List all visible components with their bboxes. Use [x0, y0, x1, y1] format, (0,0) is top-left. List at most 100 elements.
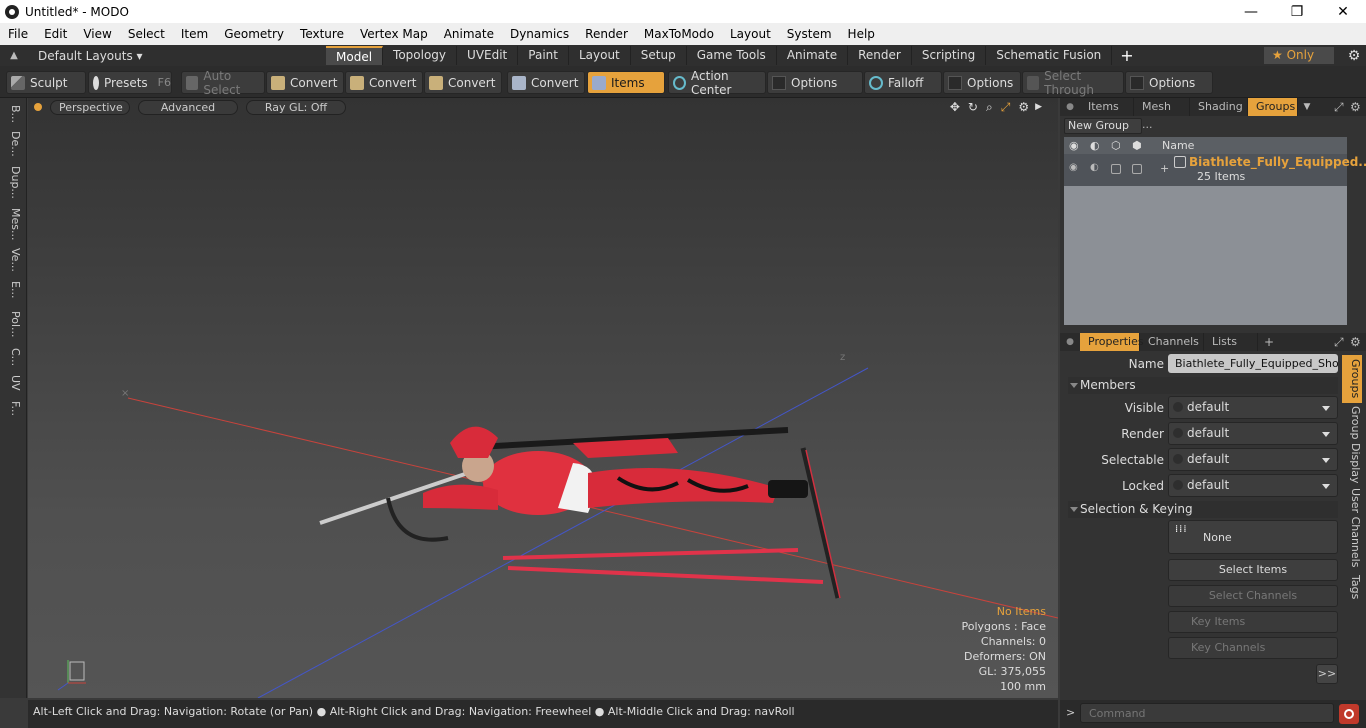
tab-groups[interactable]: Groups [1248, 98, 1298, 116]
menu-view[interactable]: View [75, 23, 119, 45]
advanced-button[interactable]: Advanced [138, 99, 238, 115]
menu-texture[interactable]: Texture [292, 23, 352, 45]
layout-switch-icon[interactable]: ▲ [0, 50, 28, 61]
tab-channels[interactable]: Channels [1140, 333, 1204, 351]
command-input[interactable] [1080, 703, 1334, 723]
menu-system[interactable]: System [779, 23, 840, 45]
side-tab-user-channels[interactable]: User Channels [1342, 488, 1362, 568]
convert-button-1[interactable]: Convert [266, 71, 344, 94]
convert-button-3[interactable]: Convert [424, 71, 502, 94]
menu-dynamics[interactable]: Dynamics [502, 23, 577, 45]
3d-viewport[interactable]: × z Perspective Advanced Ray GL: Off ✥ ↻… [28, 98, 1058, 698]
select-icon[interactable]: ⬢ [1132, 137, 1142, 154]
render-toggle[interactable]: ◐ [1090, 162, 1099, 173]
left-tab-dup[interactable]: Dup... [4, 162, 22, 202]
viewport-gear-icon[interactable]: ⚙ [1018, 100, 1029, 114]
action-center-button[interactable]: Action Center [668, 69, 766, 97]
record-icon[interactable] [1339, 704, 1359, 724]
none-button[interactable]: ⁞⁞⁞ None [1168, 520, 1338, 554]
left-tab-e[interactable]: E... [4, 276, 22, 304]
close-button[interactable]: ✕ [1320, 0, 1366, 23]
menu-geometry[interactable]: Geometry [216, 23, 292, 45]
gear-icon[interactable]: ⚙ [1342, 48, 1366, 64]
move-view-icon[interactable]: ✥ [950, 100, 960, 114]
options-button-2[interactable]: Options [943, 71, 1021, 94]
tab-mesh[interactable]: Mesh ... [1134, 98, 1190, 131]
presets-button[interactable]: Presets F6 [88, 71, 172, 94]
tab-render[interactable]: Render [848, 46, 912, 65]
list-item[interactable]: ◉ ◐ + Biathlete_Fully_Equipped... 25 Ite… [1064, 154, 1366, 186]
menu-render[interactable]: Render [577, 23, 636, 45]
tab-game-tools[interactable]: Game Tools [687, 46, 777, 65]
visibility-toggle[interactable]: ◉ [1069, 162, 1078, 173]
tab-model[interactable]: Model [326, 46, 384, 65]
key-channels-button[interactable]: Key Channels [1168, 637, 1338, 659]
members-section[interactable]: Members [1068, 377, 1338, 394]
sculpt-button[interactable]: Sculpt [6, 71, 86, 94]
left-tab-mes[interactable]: Mes... [4, 204, 22, 244]
tab-topology[interactable]: Topology [383, 46, 458, 65]
panel-dot-icon[interactable]: ● [1060, 102, 1080, 112]
tab-schematic-fusion[interactable]: Schematic Fusion [986, 46, 1113, 65]
only-toggle[interactable]: ★ Only [1264, 47, 1334, 64]
props-gear-icon[interactable]: ⚙ [1350, 335, 1366, 349]
menu-edit[interactable]: Edit [36, 23, 75, 45]
key-items-button[interactable]: Key Items [1168, 611, 1338, 633]
select-channels-button[interactable]: Select Channels [1168, 585, 1338, 607]
tab-animate[interactable]: Animate [777, 46, 849, 65]
new-group-button[interactable]: New Group [1064, 118, 1142, 134]
viewport-dot-icon[interactable] [34, 103, 42, 111]
items-mode-button[interactable]: Items [587, 71, 665, 94]
left-tab-f[interactable]: F... [4, 396, 22, 422]
tab-layout[interactable]: Layout [569, 46, 631, 65]
viewport-menu-icon[interactable]: ▶ [1035, 102, 1042, 112]
side-tab-group-display[interactable]: Group Display [1342, 406, 1362, 484]
convert-button-2[interactable]: Convert [345, 71, 423, 94]
tab-paint[interactable]: Paint [518, 46, 569, 65]
panel-dropdown-icon[interactable]: ▼ [1298, 102, 1316, 112]
more-button[interactable]: >> [1316, 664, 1338, 684]
left-tab-b[interactable]: B... [4, 100, 22, 128]
tab-scripting[interactable]: Scripting [912, 46, 987, 65]
menu-maxtomodo[interactable]: MaxToModo [636, 23, 722, 45]
render-icon[interactable]: ◐ [1090, 137, 1100, 154]
name-field[interactable]: Biathlete_Fully_Equipped_Shooti [1168, 354, 1338, 373]
left-tab-uv[interactable]: UV [4, 372, 22, 394]
lock-icon[interactable]: ⬡ [1111, 137, 1121, 154]
props-dot-icon[interactable]: ● [1060, 337, 1080, 347]
left-tab-c[interactable]: C... [4, 344, 22, 370]
panel-gear-icon[interactable]: ⚙ [1350, 100, 1366, 114]
default-layouts-dropdown[interactable]: Default Layouts ▾ [28, 49, 326, 63]
menu-select[interactable]: Select [120, 23, 173, 45]
expand-icon[interactable]: ⤢ [1334, 100, 1350, 115]
lock-toggle[interactable] [1111, 164, 1121, 174]
left-tab-de[interactable]: De... [4, 130, 22, 158]
side-tab-tags[interactable]: Tags [1342, 572, 1362, 602]
menu-item[interactable]: Item [173, 23, 216, 45]
add-props-tab-button[interactable]: + [1258, 335, 1280, 349]
selection-keying-section[interactable]: Selection & Keying [1068, 501, 1338, 518]
tab-shading[interactable]: Shading [1190, 98, 1248, 116]
fit-view-icon[interactable]: ⤢ [1001, 100, 1011, 115]
expand-plus-icon[interactable]: + [1160, 162, 1169, 175]
raygl-button[interactable]: Ray GL: Off [246, 99, 346, 115]
minimize-button[interactable]: — [1228, 0, 1274, 23]
locked-dropdown[interactable]: default [1168, 474, 1338, 497]
maximize-button[interactable]: ❐ [1274, 0, 1320, 23]
menu-layout[interactable]: Layout [722, 23, 779, 45]
tab-items[interactable]: Items [1080, 98, 1134, 116]
perspective-button[interactable]: Perspective [50, 99, 130, 115]
options-button-3[interactable]: Options [1125, 71, 1213, 94]
tab-properties[interactable]: Properties [1080, 333, 1144, 351]
options-button-1[interactable]: Options [767, 71, 863, 94]
select-toggle[interactable] [1132, 164, 1142, 174]
convert-button-4[interactable]: Convert [507, 71, 585, 94]
left-tab-ve[interactable]: Ve... [4, 246, 22, 274]
auto-select-button[interactable]: Auto Select [181, 69, 265, 97]
render-dropdown[interactable]: default [1168, 422, 1338, 445]
menu-file[interactable]: File [0, 23, 36, 45]
eye-icon[interactable]: ◉ [1069, 137, 1079, 154]
rotate-view-icon[interactable]: ↻ [968, 100, 978, 114]
select-through-button[interactable]: Select Through [1022, 69, 1124, 97]
tab-uvedit[interactable]: UVEdit [457, 46, 519, 65]
